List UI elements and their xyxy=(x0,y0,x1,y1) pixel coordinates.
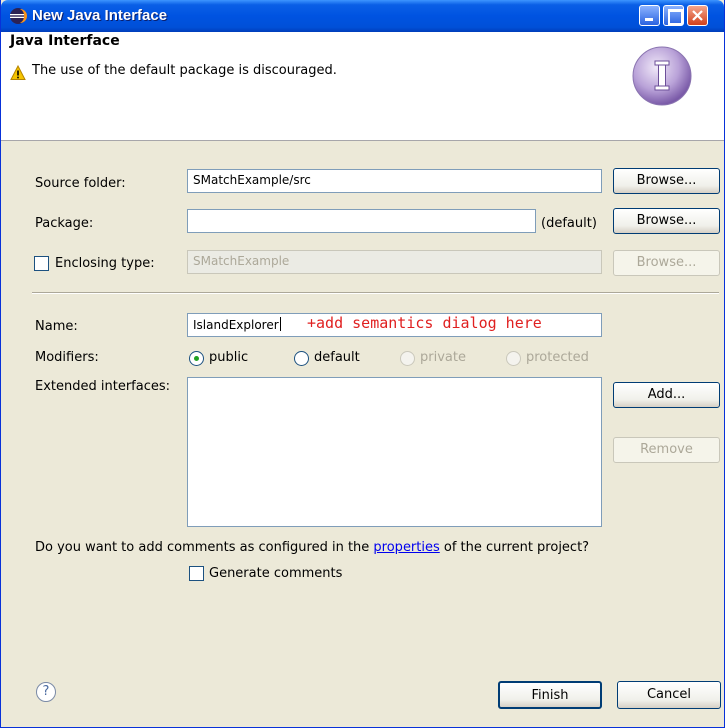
enclosing-type-checkbox[interactable] xyxy=(34,256,49,271)
dialog-window: New Java Interface Java Interface The us… xyxy=(0,0,725,728)
source-folder-label: Source folder: xyxy=(35,176,126,191)
maximize-button[interactable] xyxy=(663,5,684,26)
wizard-header: Java Interface The use of the default pa… xyxy=(1,32,724,141)
package-label: Package: xyxy=(35,216,94,231)
package-input[interactable] xyxy=(187,209,536,233)
separator xyxy=(32,292,719,294)
minimize-button[interactable] xyxy=(639,5,660,26)
remove-interface-button: Remove xyxy=(613,437,720,463)
name-value: IslandExplorer xyxy=(193,318,279,332)
extended-interfaces-label: Extended interfaces: xyxy=(35,379,171,394)
cancel-button[interactable]: Cancel xyxy=(617,681,721,709)
text-caret xyxy=(279,317,281,331)
name-label: Name: xyxy=(35,319,78,334)
close-button[interactable] xyxy=(687,5,708,26)
enclosing-type-input: SMatchExample xyxy=(187,250,602,274)
radio-default[interactable] xyxy=(294,351,309,366)
radio-public[interactable] xyxy=(189,351,204,366)
generate-comments-label[interactable]: Generate comments xyxy=(209,566,342,581)
interface-wizard-icon xyxy=(632,46,692,106)
add-interface-button[interactable]: Add... xyxy=(613,382,720,408)
comments-prompt-after: of the current project? xyxy=(439,540,590,555)
properties-link[interactable]: properties xyxy=(373,540,439,555)
help-icon[interactable]: ? xyxy=(36,682,56,702)
title-bar[interactable]: New Java Interface xyxy=(1,0,724,32)
source-folder-input[interactable]: SMatchExample/src xyxy=(187,169,602,193)
modifiers-label: Modifiers: xyxy=(35,350,99,365)
window-title: New Java Interface xyxy=(32,7,168,24)
package-browse-button[interactable]: Browse... xyxy=(613,208,720,234)
radio-protected xyxy=(506,351,521,366)
header-message: The use of the default package is discou… xyxy=(32,63,337,78)
radio-private-label: private xyxy=(420,350,466,365)
eclipse-icon xyxy=(10,8,27,24)
comments-prompt-before: Do you want to add comments as configure… xyxy=(35,540,374,555)
extended-interfaces-list[interactable] xyxy=(187,377,602,527)
generate-comments-checkbox[interactable] xyxy=(189,566,204,581)
enclosing-type-label[interactable]: Enclosing type: xyxy=(55,256,155,271)
close-icon xyxy=(692,10,703,21)
radio-protected-label: protected xyxy=(526,350,589,365)
header-title: Java Interface xyxy=(10,33,120,49)
comments-prompt: Do you want to add comments as configure… xyxy=(35,540,589,555)
radio-default-label[interactable]: default xyxy=(314,350,360,365)
source-folder-browse-button[interactable]: Browse... xyxy=(613,168,720,194)
package-default-hint: (default) xyxy=(541,216,597,231)
radio-private xyxy=(400,351,415,366)
finish-button[interactable]: Finish xyxy=(498,681,602,709)
enclosing-type-browse-button: Browse... xyxy=(613,250,720,276)
radio-public-label[interactable]: public xyxy=(209,350,248,365)
warning-icon xyxy=(10,65,26,80)
annotation-note: +add semantics dialog here xyxy=(307,314,542,332)
